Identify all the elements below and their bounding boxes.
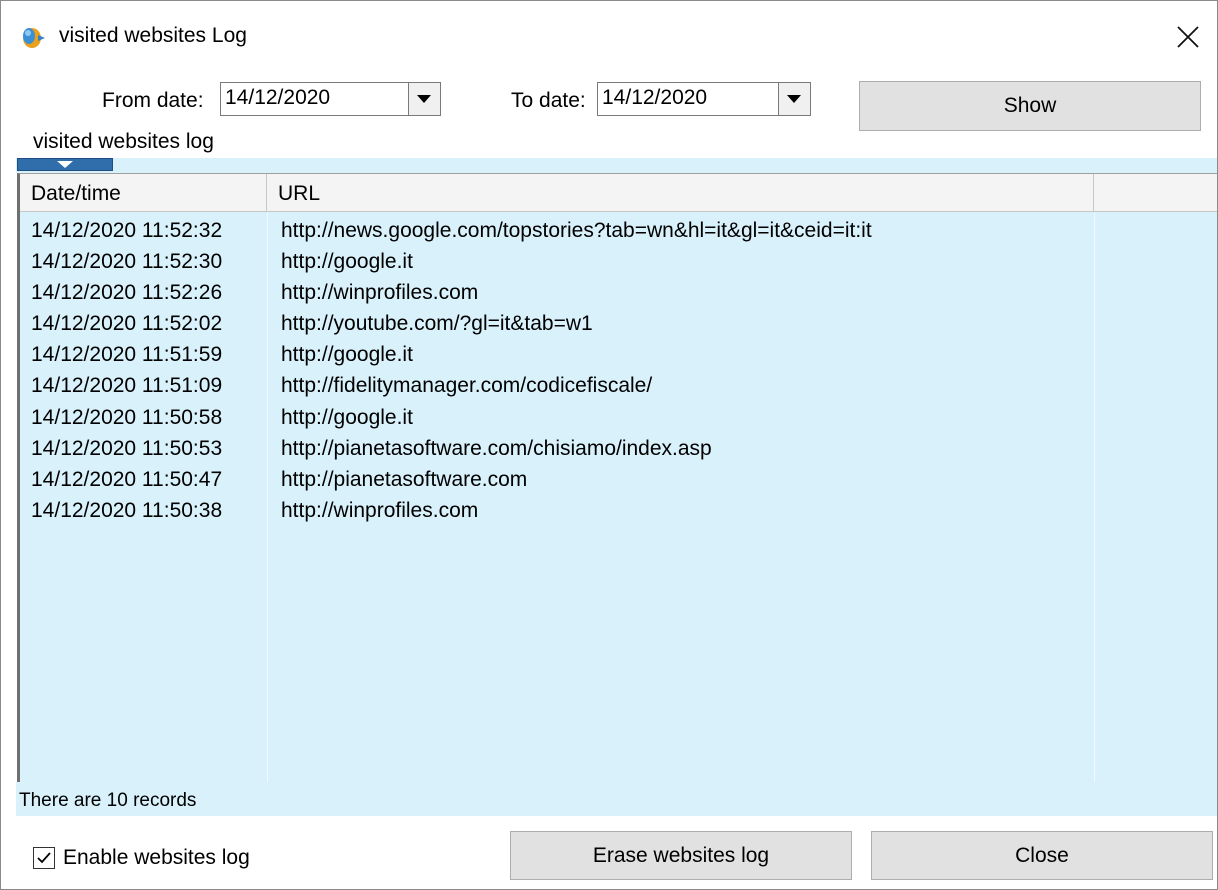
grid-rows: 14/12/2020 11:52:32 http://news.google.co… xyxy=(20,215,1217,526)
table-row[interactable]: 14/12/2020 11:52:30 http://google.it xyxy=(20,246,1217,277)
table-row[interactable]: 14/12/2020 11:50:47 http://pianetasoftwar… xyxy=(20,464,1217,495)
chevron-down-icon xyxy=(787,95,801,103)
websites-log-grid[interactable]: Date/time URL 14/12/2020 11:52:32 http://… xyxy=(17,173,1217,782)
grid-header: Date/time URL xyxy=(20,174,1217,212)
close-icon[interactable] xyxy=(1163,15,1215,59)
enable-log-label: Enable websites log xyxy=(63,846,250,869)
status-bar: There are 10 records xyxy=(16,782,1217,816)
cell-url: http://news.google.com/topstories?tab=wn… xyxy=(281,219,872,242)
cell-url: http://fidelitymanager.com/codicefiscale… xyxy=(281,374,653,398)
table-row[interactable]: 14/12/2020 11:52:32 http://news.google.co… xyxy=(20,215,1217,246)
table-row[interactable]: 14/12/2020 11:50:58 http://google.it xyxy=(20,402,1217,433)
table-row[interactable]: 14/12/2020 11:51:09 http://fidelitymanage… xyxy=(20,370,1217,401)
cell-url: http://google.it xyxy=(281,405,413,429)
erase-log-button[interactable]: Erase websites log xyxy=(510,831,852,880)
cell-datetime: 14/12/2020 11:51:09 xyxy=(31,374,223,398)
to-date-label: To date: xyxy=(511,89,586,112)
show-button[interactable]: Show xyxy=(859,81,1201,131)
cell-datetime: 14/12/2020 11:50:38 xyxy=(31,498,223,522)
close-button[interactable]: Close xyxy=(871,831,1213,880)
cell-datetime: 14/12/2020 11:52:32 xyxy=(31,219,223,242)
from-date-picker[interactable]: 14/12/2020 xyxy=(220,82,441,116)
cell-url: http://pianetasoftware.com xyxy=(281,467,528,491)
table-row[interactable]: 14/12/2020 11:52:26 http://winprofiles.co… xyxy=(20,277,1217,308)
section-label: visited websites log xyxy=(33,130,214,153)
cell-datetime: 14/12/2020 11:52:02 xyxy=(31,312,223,336)
to-date-value[interactable]: 14/12/2020 xyxy=(602,86,707,110)
table-row[interactable]: 14/12/2020 11:50:38 http://winprofiles.co… xyxy=(20,495,1217,526)
from-date-label: From date: xyxy=(102,89,204,112)
from-date-value[interactable]: 14/12/2020 xyxy=(225,86,330,110)
column-header-datetime[interactable]: Date/time xyxy=(20,174,267,211)
collapse-handle[interactable] xyxy=(17,158,113,171)
cell-datetime: 14/12/2020 11:50:47 xyxy=(31,467,223,491)
cell-datetime: 14/12/2020 11:50:58 xyxy=(31,405,223,429)
triangle-down-icon xyxy=(57,161,73,168)
chevron-down-icon xyxy=(417,95,431,103)
from-date-dropdown-button[interactable] xyxy=(408,83,440,115)
cell-datetime: 14/12/2020 11:52:30 xyxy=(31,250,223,274)
table-row[interactable]: 14/12/2020 11:51:59 http://google.it xyxy=(20,339,1217,370)
cell-url: http://winprofiles.com xyxy=(281,498,479,522)
cell-datetime: 14/12/2020 11:52:26 xyxy=(31,281,223,305)
column-header-extra[interactable] xyxy=(1094,174,1217,211)
cell-datetime: 14/12/2020 11:50:53 xyxy=(31,436,223,460)
column-header-url[interactable]: URL xyxy=(267,174,1094,211)
cell-url: http://youtube.com/?gl=it&tab=w1 xyxy=(281,312,593,336)
cell-url: http://pianetasoftware.com/chisiamo/inde… xyxy=(281,436,712,460)
app-icon xyxy=(20,25,46,51)
panel-splitter[interactable] xyxy=(16,158,1217,173)
record-count-text: There are 10 records xyxy=(19,790,197,811)
cell-url: http://winprofiles.com xyxy=(281,281,479,305)
title-bar: visited websites Log xyxy=(1,1,1217,57)
to-date-picker[interactable]: 14/12/2020 xyxy=(597,82,811,116)
table-row[interactable]: 14/12/2020 11:52:02 http://youtube.com/?g… xyxy=(20,308,1217,339)
to-date-dropdown-button[interactable] xyxy=(778,83,810,115)
dialog-window: visited websites Log From date: 14/12/20… xyxy=(0,0,1218,890)
cell-datetime: 14/12/2020 11:51:59 xyxy=(31,343,223,367)
window-title: visited websites Log xyxy=(59,24,247,47)
cell-url: http://google.it xyxy=(281,343,413,367)
checkmark-icon xyxy=(37,852,51,864)
cell-url: http://google.it xyxy=(281,250,413,274)
table-row[interactable]: 14/12/2020 11:50:53 http://pianetasoftwar… xyxy=(20,433,1217,464)
checkbox-box[interactable] xyxy=(33,847,55,869)
